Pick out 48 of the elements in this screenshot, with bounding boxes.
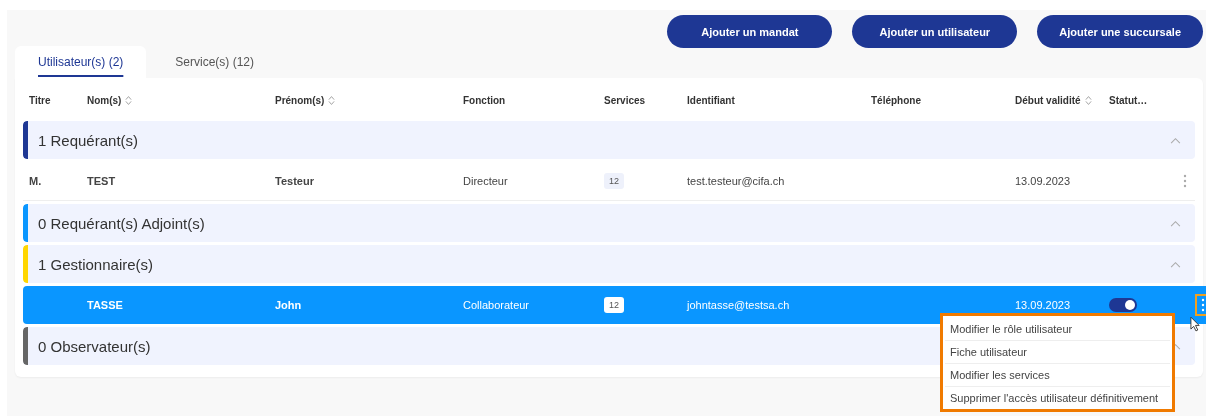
table-cell: Collaborateur bbox=[463, 299, 530, 311]
column-header[interactable]: Statut… bbox=[1109, 94, 1148, 106]
group-header[interactable]: 1 Gestionnaire(s) bbox=[23, 245, 1195, 283]
sort-icon[interactable] bbox=[328, 94, 336, 106]
chevron-up-icon[interactable] bbox=[1170, 260, 1181, 268]
tab[interactable]: Service(s) (12) bbox=[152, 46, 278, 78]
chevron-up-icon[interactable] bbox=[1170, 136, 1181, 144]
service-count: 12 bbox=[604, 173, 624, 189]
table-cell: 13.09.2023 bbox=[1015, 175, 1071, 187]
group-label: 1 Requérant(s) bbox=[38, 131, 139, 149]
column-header[interactable]: Titre bbox=[29, 94, 51, 106]
table-cell: M. bbox=[29, 175, 42, 187]
sort-icon[interactable] bbox=[125, 94, 133, 106]
table-row[interactable]: TASSE John Collaborateur 12 johntasse@testsa.ch 13.09.2023 bbox=[23, 286, 1206, 324]
table-cell: TASSE bbox=[87, 299, 123, 311]
sort-icon[interactable] bbox=[1084, 94, 1092, 106]
table-cell: Directeur bbox=[463, 175, 508, 187]
tab[interactable]: Utilisateur(s) (2) bbox=[15, 46, 147, 78]
column-header[interactable]: Prénom(s) bbox=[275, 94, 336, 106]
action-button[interactable]: Ajouter un mandat bbox=[667, 15, 833, 48]
menu-item[interactable]: Modifier les services bbox=[945, 364, 1170, 387]
column-header[interactable]: Début validité bbox=[1015, 94, 1092, 106]
action-button[interactable]: Ajouter une succursale bbox=[1037, 15, 1203, 48]
menu-item[interactable]: Supprimer l'accès utilisateur définitivement bbox=[945, 387, 1170, 409]
column-header[interactable]: Téléphone bbox=[871, 94, 921, 106]
menu-item[interactable]: Modifier le rôle utilisateur bbox=[945, 318, 1170, 341]
chevron-up-icon[interactable] bbox=[1170, 219, 1181, 227]
group-label: 0 Requérant(s) Adjoint(s) bbox=[38, 214, 205, 232]
group-label: 0 Observateur(s) bbox=[38, 337, 151, 355]
table-cell: 13.09.2023 bbox=[1015, 299, 1071, 311]
table-row[interactable]: M. TEST Testeur Directeur 12 test.testeur@cifa.ch 13.09.2023 bbox=[23, 162, 1195, 201]
table-cell: TEST bbox=[87, 175, 116, 187]
service-count: 12 bbox=[604, 297, 624, 313]
table-cell: Testeur bbox=[275, 175, 314, 187]
action-button[interactable]: Ajouter un utilisateur bbox=[852, 15, 1018, 48]
table-cell: test.testeur@cifa.ch bbox=[687, 175, 785, 187]
column-header[interactable]: Fonction bbox=[463, 94, 506, 106]
menu-item[interactable]: Fiche utilisateur bbox=[945, 341, 1170, 364]
column-header[interactable]: Services bbox=[604, 94, 646, 106]
column-header[interactable]: Identifiant bbox=[687, 94, 735, 106]
group-header[interactable]: 1 Requérant(s) bbox=[23, 121, 1195, 159]
status-toggle[interactable] bbox=[1109, 298, 1137, 312]
group-header[interactable]: 0 Requérant(s) Adjoint(s) bbox=[23, 204, 1195, 242]
group-label: 1 Gestionnaire(s) bbox=[38, 255, 154, 273]
table-cell: johntasse@testsa.ch bbox=[687, 299, 790, 311]
table-cell: John bbox=[275, 299, 302, 311]
more-options-icon[interactable] bbox=[1197, 296, 1206, 314]
column-header[interactable]: Nom(s) bbox=[87, 94, 133, 106]
